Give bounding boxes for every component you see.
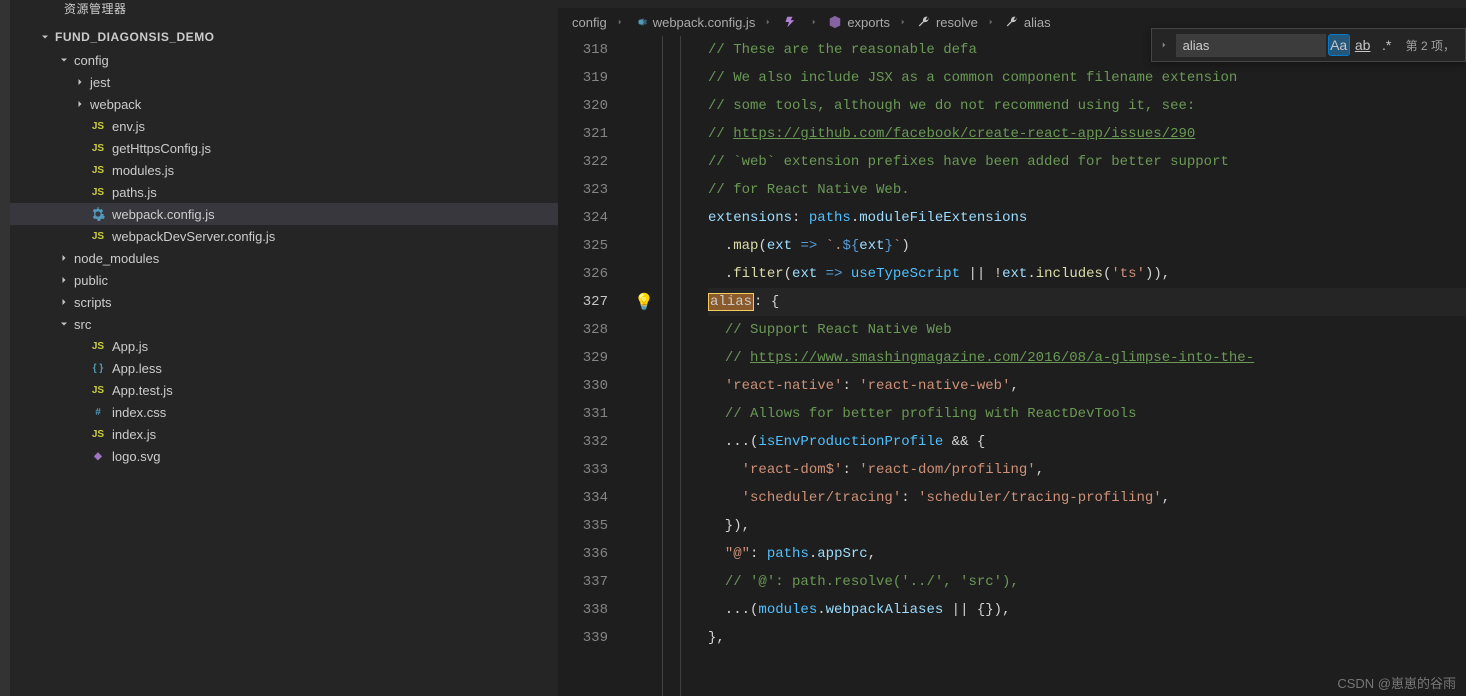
file-item[interactable]: JS App.test.js — [10, 379, 558, 401]
tree-item-label: paths.js — [112, 185, 157, 200]
breadcrumb-item[interactable]: exports — [827, 14, 890, 30]
tree-item-label: config — [74, 53, 109, 68]
chevron-right-icon — [56, 250, 72, 266]
symbol-icon — [781, 14, 797, 30]
gear-icon — [633, 14, 649, 30]
js-icon: JS — [90, 382, 106, 398]
js-icon: JS — [90, 162, 106, 178]
tree-item-label: App.js — [112, 339, 148, 354]
tree-item-label: jest — [90, 75, 110, 90]
explorer-sidebar: 资源管理器 FUND_DIAGONSIS_DEMO config jest webp… — [10, 0, 558, 696]
code-content[interactable]: // These are the reasonable defa// We al… — [708, 36, 1466, 696]
tree-item-label: env.js — [112, 119, 145, 134]
js-icon: JS — [90, 228, 106, 244]
file-item[interactable]: # index.css — [10, 401, 558, 423]
lightbulb-gutter: 💡 — [628, 36, 658, 696]
tree-item-label: getHttpsConfig.js — [112, 141, 211, 156]
js-icon: JS — [90, 118, 106, 134]
svg-icon: ◆ — [90, 448, 106, 464]
chevron-right-icon — [56, 294, 72, 310]
file-item[interactable]: webpack.config.js — [10, 203, 558, 225]
js-icon: JS — [90, 338, 106, 354]
chevron-right-icon — [763, 15, 773, 30]
css-icon: # — [90, 404, 106, 420]
file-item[interactable]: JS env.js — [10, 115, 558, 137]
tree-item-label: node_modules — [74, 251, 159, 266]
chevron-down-icon — [56, 316, 72, 332]
tree-item-label: App.less — [112, 361, 162, 376]
breadcrumb-item[interactable]: webpack.config.js — [633, 14, 756, 30]
project-header[interactable]: FUND_DIAGONSIS_DEMO — [10, 25, 558, 49]
breadcrumb-item[interactable] — [781, 14, 801, 30]
folder-item[interactable]: node_modules — [10, 247, 558, 269]
folder-item[interactable]: scripts — [10, 291, 558, 313]
match-case-button[interactable]: Aa — [1328, 34, 1350, 56]
chevron-right-icon — [72, 96, 88, 112]
folder-item[interactable]: src — [10, 313, 558, 335]
tree-item-label: scripts — [74, 295, 112, 310]
tree-item-label: webpack — [90, 97, 141, 112]
folder-item[interactable]: jest — [10, 71, 558, 93]
editor-body[interactable]: 3183193203213223233243253263273283293303… — [558, 36, 1466, 696]
tab-bar[interactable] — [558, 0, 1466, 8]
tree-item-label: index.js — [112, 427, 156, 442]
wrench-icon — [1004, 14, 1020, 30]
chevron-right-icon[interactable] — [1156, 37, 1172, 53]
whole-word-button[interactable]: ab — [1352, 34, 1374, 56]
regex-button[interactable]: .* — [1376, 34, 1398, 56]
activity-bar[interactable] — [0, 0, 10, 696]
find-count: 第 2 项， — [1406, 37, 1455, 54]
file-item[interactable]: { } App.less — [10, 357, 558, 379]
file-item[interactable]: JS getHttpsConfig.js — [10, 137, 558, 159]
indent-guides — [658, 36, 708, 696]
find-widget: Aa ab .* 第 2 项， — [1151, 28, 1466, 62]
line-number-gutter: 3183193203213223233243253263273283293303… — [558, 36, 628, 696]
folder-item[interactable]: webpack — [10, 93, 558, 115]
tree-item-label: webpack.config.js — [112, 207, 215, 222]
gear-icon — [90, 206, 106, 222]
chevron-down-icon — [56, 52, 72, 68]
tree-item-label: public — [74, 273, 108, 288]
sidebar-title: 资源管理器 — [10, 0, 558, 25]
file-item[interactable]: JS index.js — [10, 423, 558, 445]
chevron-right-icon — [986, 15, 996, 30]
chevron-right-icon — [898, 15, 908, 30]
chevron-right-icon — [809, 15, 819, 30]
tree-item-label: src — [74, 317, 91, 332]
js-icon: JS — [90, 426, 106, 442]
chevron-right-icon — [615, 15, 625, 30]
file-item[interactable]: JS modules.js — [10, 159, 558, 181]
editor-area: config webpack.config.js exports resolve ali… — [558, 0, 1466, 696]
breadcrumb-item[interactable]: alias — [1004, 14, 1051, 30]
breadcrumb-item[interactable]: config — [572, 15, 607, 30]
cube-icon — [827, 14, 843, 30]
file-item[interactable]: JS paths.js — [10, 181, 558, 203]
find-input[interactable] — [1176, 34, 1326, 57]
watermark: CSDN @崽崽的谷雨 — [1337, 673, 1456, 692]
file-item[interactable]: JS App.js — [10, 335, 558, 357]
chevron-right-icon — [56, 272, 72, 288]
less-icon: { } — [90, 360, 106, 376]
project-name: FUND_DIAGONSIS_DEMO — [55, 30, 215, 44]
chevron-right-icon — [72, 74, 88, 90]
tree-item-label: webpackDevServer.config.js — [112, 229, 275, 244]
tree-item-label: index.css — [112, 405, 166, 420]
wrench-icon — [916, 14, 932, 30]
tree-item-label: App.test.js — [112, 383, 173, 398]
chevron-down-icon — [37, 29, 53, 45]
breadcrumb-item[interactable]: resolve — [916, 14, 978, 30]
folder-item[interactable]: public — [10, 269, 558, 291]
file-item[interactable]: ◆ logo.svg — [10, 445, 558, 467]
js-icon: JS — [90, 140, 106, 156]
file-item[interactable]: JS webpackDevServer.config.js — [10, 225, 558, 247]
tree-item-label: logo.svg — [112, 449, 160, 464]
file-tree: config jest webpack JS env.js JS getHttpsConfi… — [10, 49, 558, 696]
lightbulb-icon[interactable]: 💡 — [634, 292, 654, 312]
tree-item-label: modules.js — [112, 163, 174, 178]
js-icon: JS — [90, 184, 106, 200]
folder-item[interactable]: config — [10, 49, 558, 71]
